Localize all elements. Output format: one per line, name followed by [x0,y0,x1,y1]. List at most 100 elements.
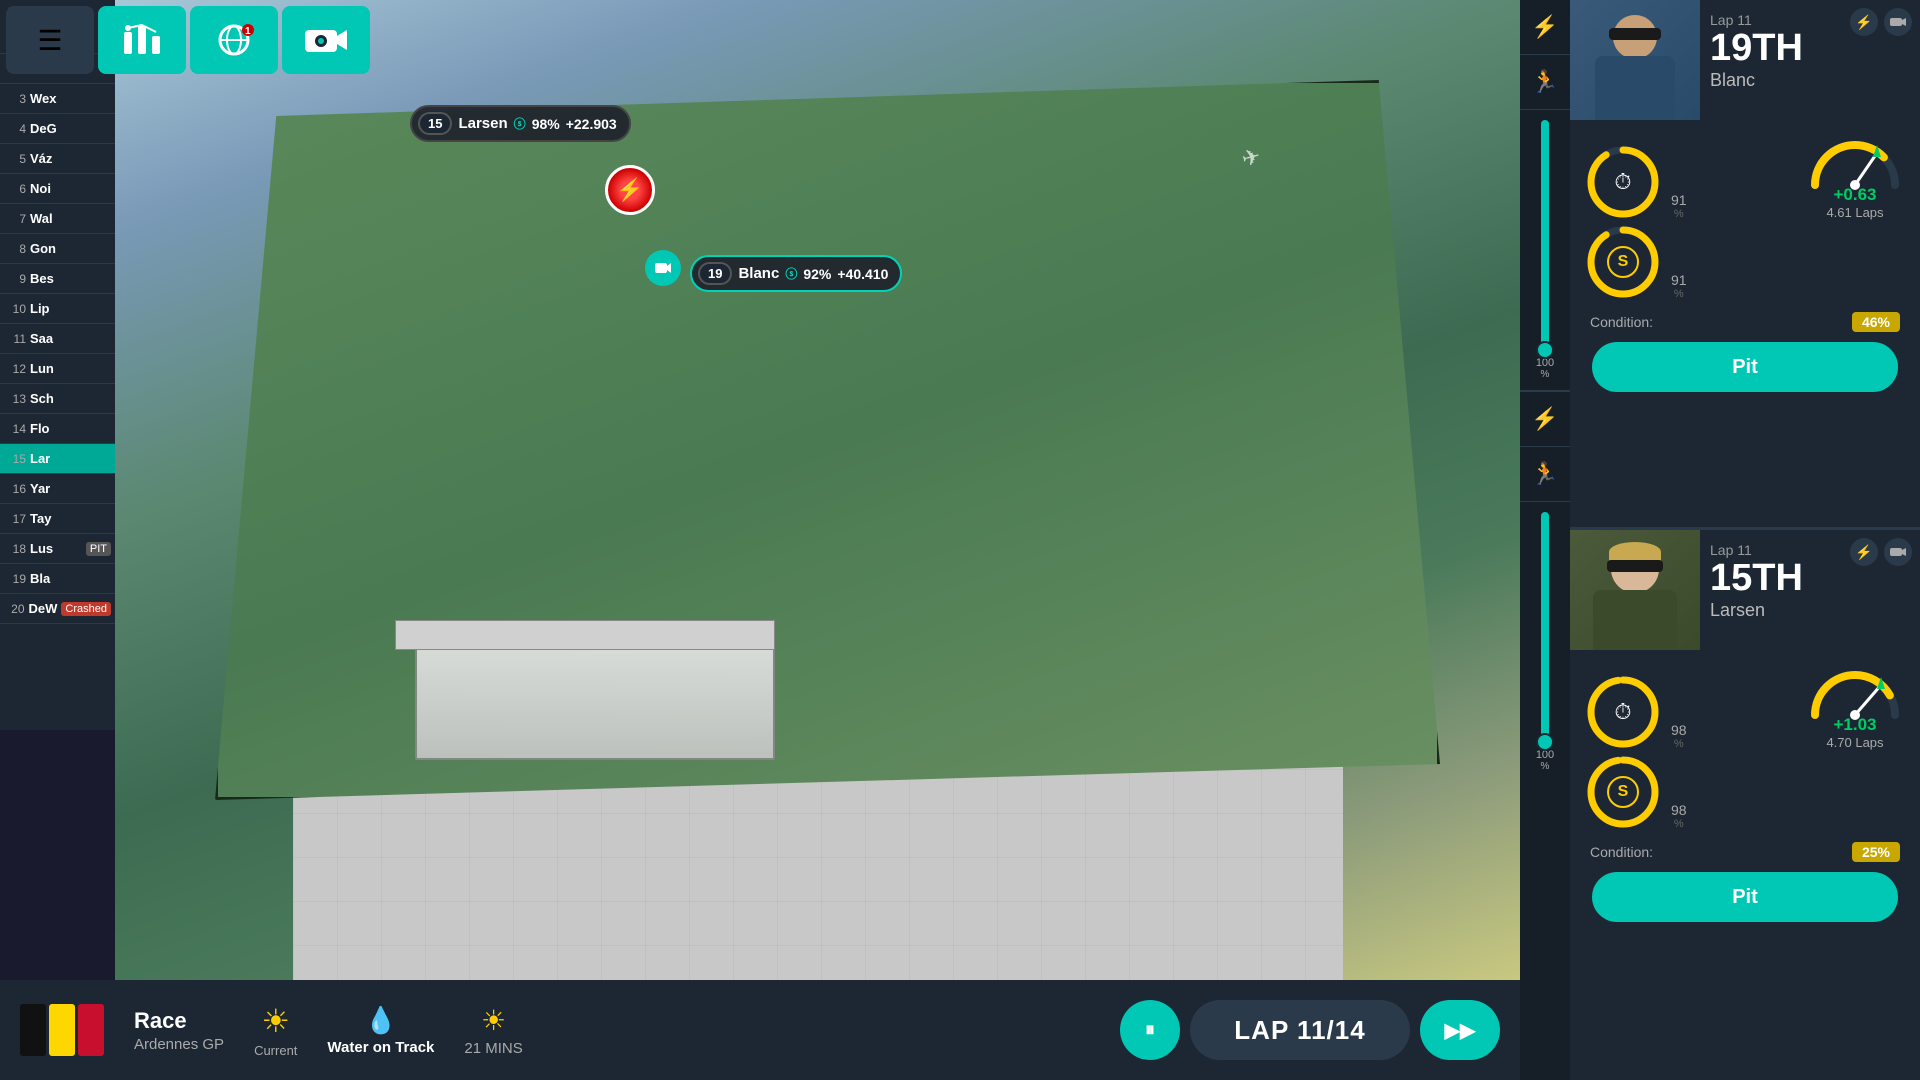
right-lightning-icon-top[interactable]: ⚡ [1520,0,1570,55]
race-pos: 6 [4,182,26,196]
race-row-6[interactable]: 6 Noi [0,174,115,204]
race-row-10[interactable]: 10 Lip [0,294,115,324]
larsen-engine-pct-label: 98 [1671,722,1687,738]
larsen-arc-gauge: +1.03 4.70 Laps [1805,665,1905,750]
larsen-condition-label: Condition: [1590,844,1653,860]
race-name-cell: Lar [30,451,111,466]
blanc-pit-button[interactable]: Pit [1592,342,1898,392]
race-list: 1 Sha 2 Cha 3 Wex 4 DeG 5 Váz 6 Noi 7 Wa… [0,24,115,624]
larsen-pit-button[interactable]: Pit [1592,872,1898,922]
pause-button[interactable]: ⏸ [1120,1000,1180,1060]
analysis-button[interactable] [98,6,186,74]
race-row-11[interactable]: 11 Saa [0,324,115,354]
blanc-cam-icon2[interactable] [1884,8,1912,36]
gp-name: Ardennes GP [134,1036,224,1053]
blanc-cam-icon1[interactable]: ⚡ [1850,8,1878,36]
race-row-5[interactable]: 5 Váz [0,144,115,174]
race-pos: 14 [4,422,26,436]
mini-panel: Mini 1 Sha 2 Cha 3 Wex 4 DeG 5 Váz 6 Noi… [0,0,115,730]
larsen-cam-icons: ⚡ [1850,538,1912,566]
larsen-cam-icon2[interactable] [1884,538,1912,566]
svg-text:1: 1 [245,26,251,37]
water-on-track-label: Water on Track [327,1039,434,1056]
race-row-8[interactable]: 8 Gon [0,234,115,264]
race-pos: 17 [4,512,26,526]
camera-follow-icon[interactable] [645,250,681,286]
race-row-20[interactable]: 20 DeW Crashed [0,594,115,624]
race-row-17[interactable]: 17 Tay [0,504,115,534]
race-name-cell: Váz [30,151,111,166]
race-name-cell: Lun [30,361,111,376]
race-row-9[interactable]: 9 Bes [0,264,115,294]
race-status-badge: Crashed [61,602,111,616]
larsen-position: 15TH [1710,558,1803,600]
race-row-3[interactable]: 3 Wex [0,84,115,114]
blanc-s-pct-label: 91 [1671,272,1687,288]
fast-forward-button[interactable]: ▶▶ [1420,1000,1500,1060]
race-name-cell: Saa [30,331,111,346]
race-name-cell: Yar [30,481,111,496]
race-row-13[interactable]: 13 Sch [0,384,115,414]
race-row-14[interactable]: 14 Flo [0,414,115,444]
blanc-stats: ⏱ 91 % [1580,135,1910,398]
race-pos: 13 [4,392,26,406]
map-area[interactable]: ⚡ 15 Larsen ⓢ 98% +22.903 19 Blanc ⓢ 92%… [115,0,1520,980]
race-name-cell: Wex [30,91,111,106]
race-info: Race Ardennes GP [134,1008,224,1053]
blanc-arc-gauge: +0.63 4.61 Laps [1805,135,1905,220]
larsen-lap: Lap 11 [1710,542,1803,558]
player-tag-blanc: 19 Blanc ⓢ 92% +40.410 [690,255,902,292]
race-row-7[interactable]: 7 Wal [0,204,115,234]
blanc-photo-bg [1570,0,1700,120]
larsen-condition-row: Condition: 25% [1580,838,1910,866]
race-row-18[interactable]: 18 Lus PIT [0,534,115,564]
race-status-badge: PIT [86,542,111,556]
race-row-12[interactable]: 12 Lun [0,354,115,384]
race-pos: 16 [4,482,26,496]
race-pos: 9 [4,272,26,286]
race-name: Race [134,1008,224,1034]
track-island [215,80,1440,800]
larsen-cam-icon1[interactable]: ⚡ [1850,538,1878,566]
race-row-16[interactable]: 16 Yar [0,474,115,504]
race-name-cell: Lus [30,541,82,556]
blanc-position: 19TH [1710,28,1803,70]
incident-marker: ⚡ [605,165,655,215]
larsen-s-pct-label: 98 [1671,802,1687,818]
race-pos: 11 [4,332,26,346]
race-pos: 12 [4,362,26,376]
blanc-pct: 92% [803,266,831,282]
race-name-cell: Flo [30,421,111,436]
flag-red [78,1004,104,1056]
larsen-delta: +22.903 [566,116,617,132]
country-flag [20,1004,104,1056]
blanc-money-icon: ⓢ [785,265,797,282]
blanc-condition-row: Condition: 46% [1580,308,1910,336]
race-pos: 7 [4,212,26,226]
larsen-s-gauge: S [1585,754,1661,830]
race-row-15[interactable]: 15 Lar [0,444,115,474]
right-lightning-icon-bottom[interactable]: ⚡ [1520,392,1570,447]
blanc-number: 19 [698,262,732,285]
race-name-cell: Lip [30,301,111,316]
larsen-stopwatch-gauge: ⏱ [1585,674,1661,750]
right-runner-icon-top[interactable]: 🏃 [1520,55,1570,110]
comms-button[interactable]: 1 [190,6,278,74]
blanc-stopwatch-gauge: ⏱ [1585,144,1661,220]
race-pos: 4 [4,122,26,136]
camera-button[interactable] [282,6,370,74]
larsen-name-right: Larsen [1710,600,1803,621]
comms-icon: 1 [212,18,256,62]
larsen-stats: ⏱ 98 % [1580,665,1910,928]
menu-button[interactable]: ☰ [6,6,94,74]
race-pos: 18 [4,542,26,556]
race-row-19[interactable]: 19 Bla [0,564,115,594]
menu-icon: ☰ [37,24,62,57]
right-runner-icon-bottom[interactable]: 🏃 [1520,447,1570,502]
time-sun-icon: ☀ [481,1004,506,1037]
blanc-engine-pct-label: 91 [1671,192,1687,208]
blanc-cam-icons: ⚡ [1850,8,1912,36]
larsen-money-icon: ⓢ [514,115,526,132]
race-row-4[interactable]: 4 DeG [0,114,115,144]
flag-yellow [49,1004,75,1056]
